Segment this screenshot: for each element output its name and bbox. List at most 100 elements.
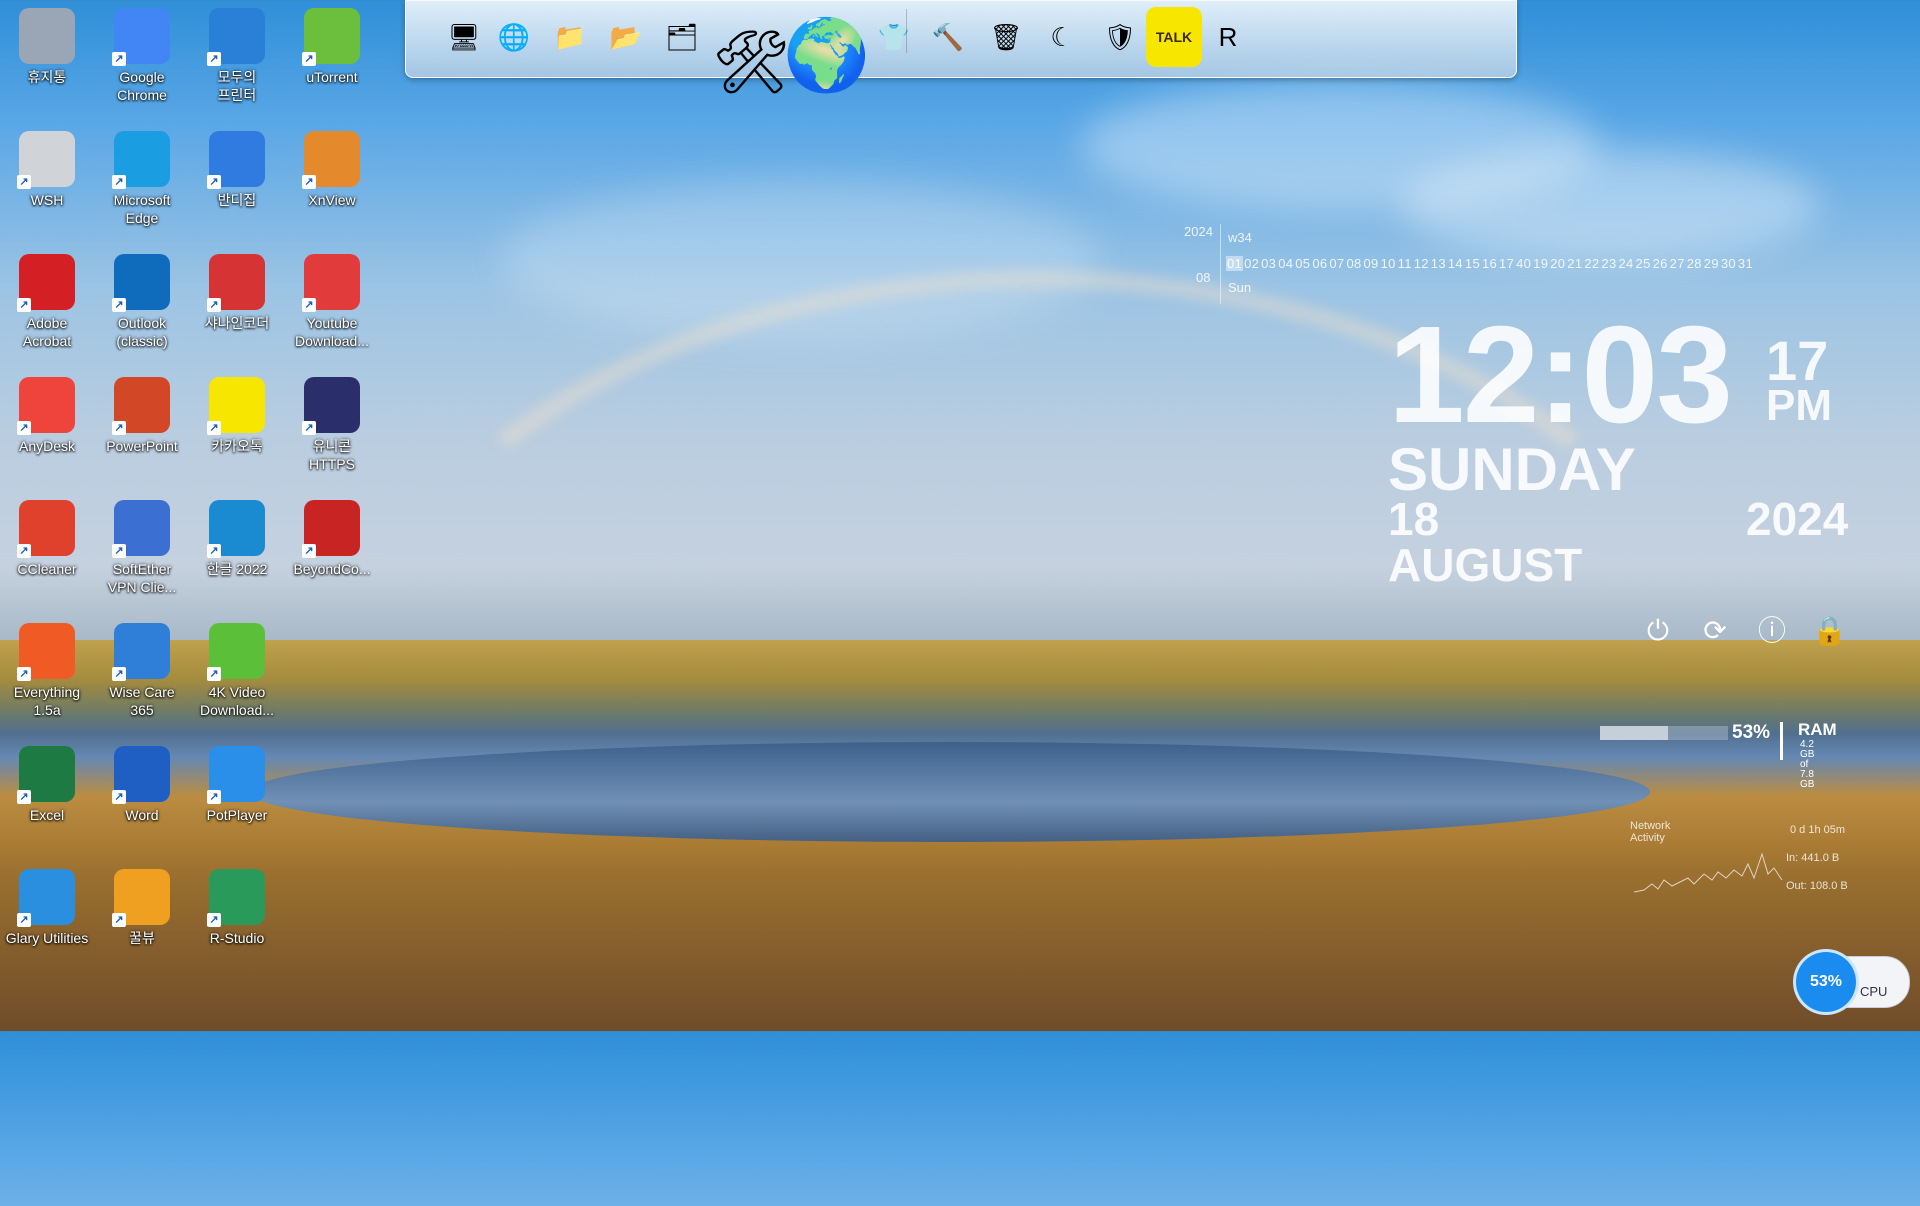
desktop-icon[interactable]: ↗ PowerPoint [96,373,188,455]
recycle-bin-icon [19,8,75,64]
desktop-icon[interactable]: ↗ CCleaner [1,496,93,578]
desktop-icon[interactable]: ↗ Glary Utilities [1,865,93,947]
dock-bar: 🖥 🌐 📁 📂 🗂 🛠 🌍 👕 🔨 🗑 ☾ 🛡 TALK R [405,0,1517,97]
calendar-day: 08 [1346,256,1362,271]
ccleaner-icon: ↗ [17,500,75,558]
desktop-icon-label: PotPlayer [206,807,268,823]
desktop-icon[interactable]: ↗ 4K Video Download... [191,619,283,719]
beyondcompare-icon: ↗ [302,500,360,558]
desktop-icon-label: Wise Care 365 [109,684,175,718]
monitor-dock-icon[interactable]: 🖥 [436,7,492,67]
hammer-dock-icon[interactable]: 🔨 [920,7,976,67]
folder-dock-icon[interactable]: 📁 [542,7,598,67]
desktop-icon[interactable]: ↗ Excel [1,742,93,824]
shortcut-arrow-icon: ↗ [302,52,316,66]
network-globe-dock-icon[interactable]: 🌐 [486,7,542,67]
potplayer-icon: ↗ [207,746,265,804]
wsh-icon: ↗ [17,131,75,189]
shortcut-arrow-icon: ↗ [302,544,316,558]
calendar-day-of-week: Sun [1228,280,1252,295]
calendar-day: 17 [1499,256,1515,271]
desktop-icon[interactable]: ↗ R-Studio [191,865,283,947]
desktop-icon[interactable]: ↗ PotPlayer [191,742,283,824]
trash-dock-icon[interactable]: 🗑 [978,7,1034,67]
calendar-day: 30 [1720,256,1736,271]
calendar-month: 08 [1196,270,1211,285]
desktop-icon[interactable]: ↗ WSH [1,127,93,209]
clock-year: 2024 [1746,493,1849,545]
tshirt-dock-icon[interactable]: 👕 [866,7,922,67]
bandizip-icon: ↗ [207,131,265,189]
desktop-icon[interactable]: ↗ 샤나인코더 [191,250,283,332]
network-out: Out: 108.0 B [1786,880,1848,892]
honeyview-icon: ↗ [112,869,170,927]
power-icon[interactable]: ⏻ [1641,614,1675,648]
green-folder-dock-icon[interactable]: 📂 [598,7,654,67]
desktop-icon[interactable]: ↗ SoftEther VPN Clie... [96,496,188,596]
desktop-icon[interactable]: ↗ 반디집 [191,127,283,209]
xnview-icon: ↗ [302,131,360,189]
calendar-day: 14 [1447,256,1463,271]
desktop-icon[interactable]: ↗ uTorrent [286,4,378,86]
clock-time: 12:03 [1388,298,1733,452]
r-studio-dock-icon[interactable]: R [1200,7,1256,67]
desktop-icon[interactable]: ↗ 유니콘 HTTPS [286,373,378,473]
edge-icon: ↗ [112,131,170,189]
anydesk-icon: ↗ [17,377,75,435]
shortcut-arrow-icon: ↗ [112,298,126,312]
ram-bar [1600,726,1728,740]
kakaotalk-icon: ↗ [207,377,265,435]
lock-icon[interactable]: 🔒 [1812,614,1847,648]
wisecare-icon: ↗ [112,623,170,681]
restart-icon[interactable]: ⟳ [1698,614,1732,648]
calendar-day: 13 [1430,256,1446,271]
desktop-icon-label: 꿀뷰 [129,930,155,946]
desktop-icon[interactable]: ↗ 한글 2022 [191,496,283,578]
word-icon: ↗ [112,746,170,804]
shortcut-arrow-icon: ↗ [302,421,316,435]
desktop-icon[interactable]: ↗ Microsoft Edge [96,127,188,227]
drive-folder-dock-icon[interactable]: 🗂 [654,7,710,67]
calendar-day: 28 [1686,256,1702,271]
desktop-icon[interactable]: 휴지통 [1,4,93,86]
desktop-icon-label: Adobe Acrobat [22,315,72,349]
desktop-icon[interactable]: ↗ Word [96,742,188,824]
calendar-day: 29 [1703,256,1719,271]
shortcut-arrow-icon: ↗ [207,544,221,558]
ram-label: RAM [1798,720,1837,739]
wise-shield-dock-icon[interactable]: 🛡 [1092,7,1148,67]
desktop-icon-label: AnyDesk [18,438,76,454]
shortcut-arrow-icon: ↗ [17,175,31,189]
kakaotalk-dock-icon[interactable]: TALK [1146,7,1202,67]
desktop-icon[interactable]: ↗ XnView [286,127,378,209]
desktop-icon-label: SoftEther VPN Clie... [107,561,177,595]
desktop-icon-label: PowerPoint [106,438,178,454]
shortcut-arrow-icon: ↗ [302,175,316,189]
shortcut-arrow-icon: ↗ [207,913,221,927]
info-icon[interactable]: ⓘ [1755,614,1789,648]
unicorn-https-icon: ↗ [302,377,360,435]
shortcut-arrow-icon: ↗ [17,421,31,435]
acrobat-icon: ↗ [17,254,75,312]
calendar-week: w34 [1228,230,1252,245]
desktop-icon[interactable]: ↗ 카카오톡 [191,373,283,455]
shortcut-arrow-icon: ↗ [207,667,221,681]
calendar-day: 05 [1295,256,1311,271]
calendar-day: 24 [1618,256,1634,271]
desktop-icon[interactable]: ↗ AnyDesk [1,373,93,455]
calendar-days: 01 02 03 04 05 06 07 08 09 10 11 12 13 14 15 16 17 40 19 20… [1226,256,1754,271]
calendar-day: 09 [1363,256,1379,271]
glary-dock-icon[interactable]: ☾ [1034,7,1090,67]
desktop-icon[interactable]: ↗ Outlook (classic) [96,250,188,350]
desktop-icon[interactable]: ↗ Wise Care 365 [96,619,188,719]
desktop-icon[interactable]: ↗ 모두의 프린터 [191,4,283,104]
desktop-icon-label: uTorrent [306,69,358,85]
desktop-icon[interactable]: ↗ 꿀뷰 [96,865,188,947]
desktop-icon[interactable]: ↗ Everything 1.5a [1,619,93,719]
desktop-icon[interactable]: ↗ Google Chrome [96,4,188,104]
desktop-icon[interactable]: ↗ BeyondCo... [286,496,378,578]
desktop-icon[interactable]: ↗ Youtube Download... [286,250,378,350]
shortcut-arrow-icon: ↗ [112,52,126,66]
desktop-icon[interactable]: ↗ Adobe Acrobat [1,250,93,350]
calendar-day: 21 [1567,256,1583,271]
